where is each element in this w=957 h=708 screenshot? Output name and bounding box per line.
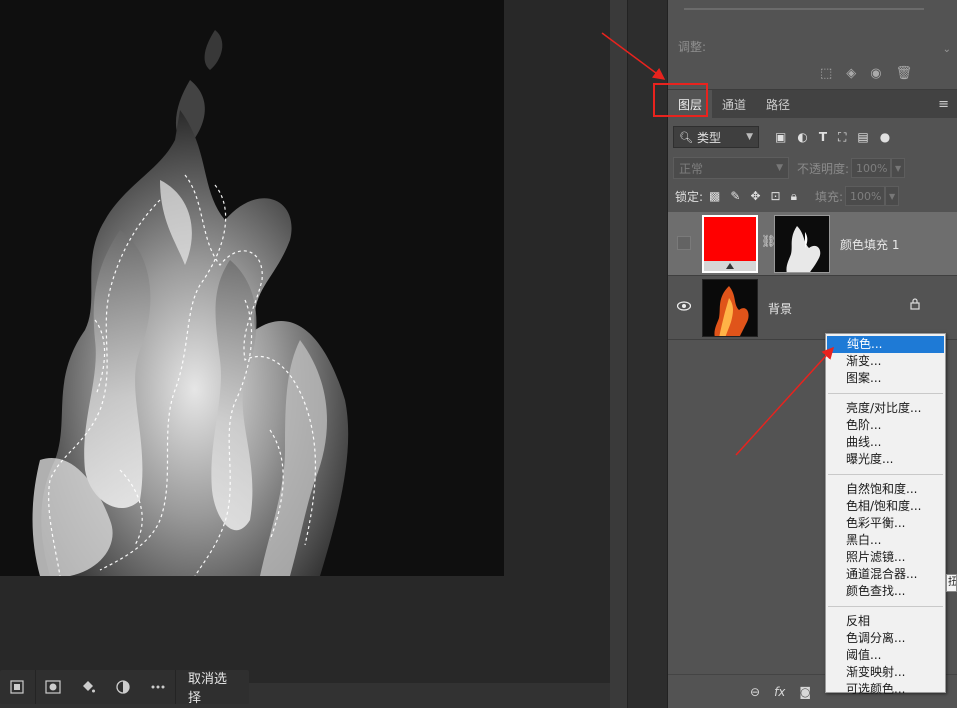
background-thumbnail[interactable] bbox=[702, 279, 758, 337]
fill-adjustment-menu: 纯色... 渐变... 图案... 亮度/对比度... 色阶... 曲线... 曝光度...… bbox=[825, 333, 946, 696]
properties-slider[interactable] bbox=[684, 8, 924, 10]
adjustments-label: 调整: bbox=[678, 40, 707, 54]
menu-separator bbox=[828, 474, 943, 475]
flame-artwork bbox=[0, 0, 504, 576]
trash-icon[interactable]: 🗑 bbox=[896, 66, 913, 81]
menu-item[interactable]: 颜色查找... bbox=[826, 583, 945, 600]
menu-item[interactable]: 自然饱和度... bbox=[826, 481, 945, 498]
layers-tab-bar: 图层 通道 路径 ≡ bbox=[668, 90, 957, 118]
document-image[interactable] bbox=[0, 0, 504, 576]
chevron-down-icon[interactable]: ▼ bbox=[885, 186, 900, 206]
chevron-down-icon[interactable]: ⌄ bbox=[943, 44, 951, 55]
lock-icon bbox=[910, 298, 920, 313]
canvas-area[interactable]: 取消选择 bbox=[0, 0, 610, 708]
layers-list: ⛓ 颜色填充 1 背景 bbox=[668, 212, 957, 340]
adjust-marker-icon bbox=[726, 263, 734, 269]
menu-separator bbox=[828, 393, 943, 394]
visibility-toggle[interactable] bbox=[677, 236, 691, 250]
menu-item[interactable]: 反相 bbox=[826, 613, 945, 630]
lock-row: 锁定: ▩ ✎ ✥ ⊡ 🔒︎ 填充: 100% ▼ bbox=[668, 184, 957, 208]
chevron-down-icon: ▼ bbox=[776, 163, 783, 173]
lock-position-icon[interactable]: ✥ bbox=[750, 189, 760, 204]
menu-item[interactable]: 照片滤镜... bbox=[826, 549, 945, 566]
menu-item[interactable]: 阈值... bbox=[826, 647, 945, 664]
fill-thumbnail-footer bbox=[704, 261, 756, 271]
filter-type-select[interactable]: 🔍︎ 类型 ▼ bbox=[673, 126, 759, 148]
smart-object-filter-icon[interactable]: ▤ bbox=[857, 130, 868, 144]
photoshop-window: 取消选择 调整: ⌄ ⬚ ◈ ◉ 🗑 图层 通道 路径 ≡ 🔍︎ 类型 ▼ ▣ … bbox=[0, 0, 957, 708]
blend-mode-value: 正常 bbox=[679, 161, 704, 176]
lock-transparency-icon[interactable]: ▩ bbox=[709, 189, 720, 204]
opacity-input[interactable]: 100% bbox=[851, 158, 892, 178]
mask-thumbnail[interactable] bbox=[774, 215, 830, 273]
menu-item[interactable]: 图案... bbox=[826, 370, 945, 387]
blend-row: 正常 ▼ 不透明度: 100% ▼ bbox=[668, 156, 957, 180]
shape-layer-filter-icon[interactable]: ⛶ bbox=[838, 130, 846, 145]
layer-name[interactable]: 背景 bbox=[768, 300, 792, 317]
adjustment-layer-icon[interactable] bbox=[105, 670, 140, 704]
adjustment-layer-filter-icon[interactable]: ◐ bbox=[797, 130, 807, 144]
layer-row-color-fill[interactable]: ⛓ 颜色填充 1 bbox=[668, 212, 957, 276]
add-mask-icon[interactable]: ◙ bbox=[799, 685, 811, 699]
search-icon: 🔍︎ bbox=[679, 130, 693, 144]
lock-artboard-icon[interactable]: ⊡ bbox=[771, 189, 781, 204]
menu-item[interactable]: 亮度/对比度... bbox=[826, 400, 945, 417]
properties-actions: ⬚ ◈ ◉ 🗑 bbox=[820, 66, 912, 81]
panel-gutter bbox=[610, 0, 627, 708]
menu-item[interactable]: 纯色... bbox=[827, 336, 944, 353]
fill-label: 填充: bbox=[814, 189, 844, 204]
link-layers-icon[interactable]: ⊖ bbox=[750, 685, 760, 699]
overflow-menu-fragment: 扭 bbox=[946, 574, 957, 592]
tab-channels[interactable]: 通道 bbox=[712, 90, 756, 118]
menu-item[interactable]: 渐变... bbox=[826, 353, 945, 370]
lock-all-icon[interactable]: 🔒︎ bbox=[791, 189, 797, 204]
blend-mode-select[interactable]: 正常 ▼ bbox=[673, 157, 789, 179]
layer-filter-row: 🔍︎ 类型 ▼ ▣ ◐ T ⛶ ▤ ● bbox=[668, 124, 957, 150]
annotation-highlight-box bbox=[653, 83, 708, 117]
menu-separator bbox=[828, 606, 943, 607]
menu-item[interactable]: 色彩平衡... bbox=[826, 515, 945, 532]
menu-item[interactable]: 通道混合器... bbox=[826, 566, 945, 583]
view-previous-icon[interactable]: ◈ bbox=[846, 66, 856, 81]
hamburger-menu-icon[interactable]: ≡ bbox=[938, 90, 957, 118]
menu-item[interactable]: 渐变映射... bbox=[826, 664, 945, 681]
pixel-layer-filter-icon[interactable]: ▣ bbox=[775, 130, 786, 144]
layer-effects-icon[interactable]: fx bbox=[774, 685, 785, 699]
menu-item[interactable]: 色阶... bbox=[826, 417, 945, 434]
type-layer-filter-icon[interactable]: T bbox=[819, 130, 827, 144]
menu-item[interactable]: 色调分离... bbox=[826, 630, 945, 647]
menu-item[interactable]: 可选颜色... bbox=[826, 681, 945, 698]
select-subject-icon[interactable] bbox=[0, 670, 35, 704]
layer-row-background[interactable]: 背景 bbox=[668, 276, 957, 340]
filter-toggle-icon[interactable]: ● bbox=[880, 130, 890, 144]
lock-image-pixels-icon[interactable]: ✎ bbox=[730, 189, 740, 204]
chevron-down-icon: ▼ bbox=[746, 132, 753, 142]
filter-type-label: 类型 bbox=[696, 130, 721, 145]
menu-item[interactable]: 色相/饱和度... bbox=[826, 498, 945, 515]
clip-to-layer-icon[interactable]: ⬚ bbox=[820, 66, 832, 81]
deselect-button[interactable]: 取消选择 bbox=[176, 670, 249, 706]
lock-label: 锁定: bbox=[675, 189, 704, 204]
menu-item[interactable]: 曲线... bbox=[826, 434, 945, 451]
properties-panel: 调整: ⌄ ⬚ ◈ ◉ 🗑 bbox=[668, 0, 957, 90]
fill-input[interactable]: 100% bbox=[845, 186, 886, 206]
visibility-eye-icon[interactable]: ◉ bbox=[870, 66, 881, 81]
lock-icons: ▩ ✎ ✥ ⊡ 🔒︎ bbox=[709, 189, 797, 204]
more-options-icon[interactable] bbox=[140, 670, 175, 704]
fill-thumbnail[interactable] bbox=[702, 215, 758, 273]
opacity-label: 不透明度: bbox=[797, 161, 850, 176]
chevron-down-icon[interactable]: ▼ bbox=[891, 158, 906, 178]
menu-item[interactable]: 黑白... bbox=[826, 532, 945, 549]
menu-item[interactable]: 曝光度... bbox=[826, 451, 945, 468]
fill-bucket-icon[interactable] bbox=[71, 670, 106, 704]
tab-paths[interactable]: 路径 bbox=[756, 90, 800, 118]
contextual-task-bar: 取消选择 bbox=[0, 670, 249, 706]
layer-name[interactable]: 颜色填充 1 bbox=[840, 236, 899, 253]
eye-icon[interactable] bbox=[676, 300, 692, 314]
mask-icon[interactable] bbox=[36, 670, 71, 704]
filter-icons: ▣ ◐ T ⛶ ▤ ● bbox=[775, 130, 890, 145]
fill-color-swatch bbox=[704, 217, 756, 261]
